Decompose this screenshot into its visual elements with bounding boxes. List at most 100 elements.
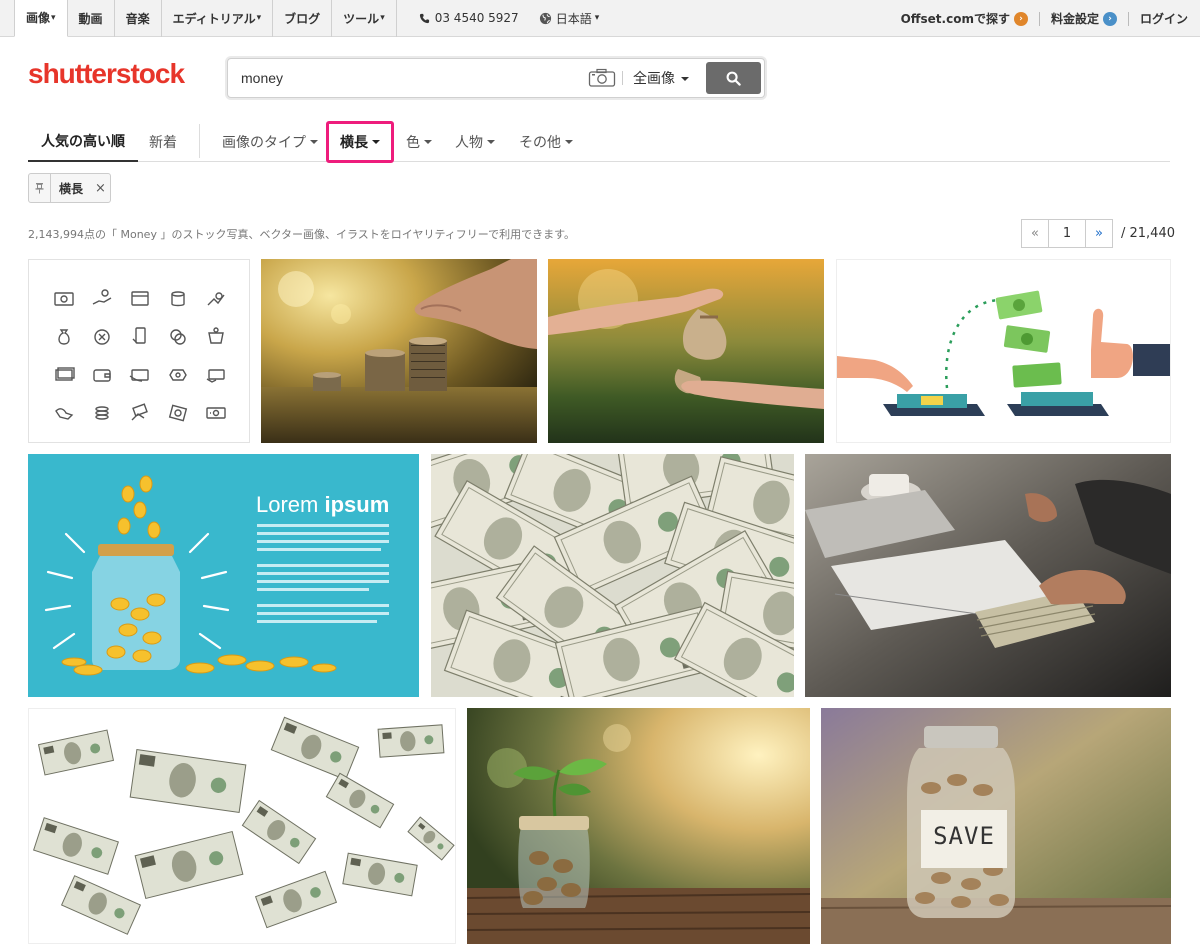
filter-more[interactable]: その他 <box>519 122 573 162</box>
pricing-link-label: 料金設定 <box>1050 12 1099 26</box>
filter-people[interactable]: 人物 <box>455 122 495 162</box>
search-bar: 全画像 <box>227 58 765 98</box>
thumbnail-flying-dollar-bills[interactable] <box>28 708 456 944</box>
money-bag-image <box>548 259 824 443</box>
thumbnail-save-coin-jar[interactable]: SAVE <box>821 708 1171 944</box>
filter-color[interactable]: 色 <box>406 122 432 162</box>
caret-down-icon <box>565 140 573 144</box>
pricing-link[interactable]: 料金設定 › <box>1051 10 1117 27</box>
tab-editorial[interactable]: エディトリアル ▾ <box>162 0 274 37</box>
caret-down-icon <box>487 140 495 144</box>
search-input[interactable] <box>228 60 578 96</box>
businessman-money-image <box>805 454 1171 697</box>
tab-label: 音楽 <box>125 11 150 26</box>
dollar-bill <box>33 817 119 875</box>
thumbnail-coin-jar-lorem-ipsum[interactable]: Lorem ipsum <box>28 454 419 697</box>
flying-bills-image <box>33 716 455 935</box>
top-nav-right: Offset.comで探す › 料金設定 › ログイン <box>901 0 1188 37</box>
thumbnail-dollar-bills-pile[interactable] <box>431 454 794 697</box>
search-button[interactable] <box>706 62 761 94</box>
search-scope-select[interactable]: 全画像 <box>633 68 697 88</box>
dollar-bill <box>60 875 142 935</box>
payment-illustration <box>837 290 1170 416</box>
tab-video[interactable]: 動画 <box>68 0 115 37</box>
caret-down-icon <box>681 77 689 81</box>
sort-popular[interactable]: 人気の高い順 <box>28 122 138 162</box>
dollar-bill <box>377 724 445 758</box>
offset-link-label: Offset.comで探す <box>900 12 1010 26</box>
dollar-bill <box>241 799 317 865</box>
money-icon <box>121 318 159 356</box>
chevron-right-icon: › <box>1102 11 1117 26</box>
thumbnail-money-bag-handover[interactable] <box>548 259 824 443</box>
pin-icon[interactable] <box>29 174 51 202</box>
dollar-bill <box>134 830 244 900</box>
pagination: « 1 » / 21,440 <box>1021 219 1175 248</box>
dollar-bill <box>342 852 418 897</box>
filter-label: 画像のタイプ <box>222 135 306 151</box>
phone-text: 03 4540 5927 <box>434 11 519 25</box>
thumbnail-businessman-counting-money[interactable] <box>805 454 1171 697</box>
money-icon <box>159 394 197 432</box>
tab-label: ツール <box>343 11 380 26</box>
thumbnail-coin-stacks[interactable] <box>261 259 537 443</box>
tab-tools[interactable]: ツール ▾ <box>332 0 397 37</box>
money-icon <box>121 394 159 432</box>
money-icon <box>83 280 121 318</box>
sort-newest[interactable]: 新着 <box>149 122 177 162</box>
divider <box>1038 11 1040 26</box>
close-icon[interactable]: × <box>95 181 106 196</box>
thumbnail-plant-in-coin-jar[interactable] <box>467 708 810 944</box>
chevron-down-icon: ▾ <box>594 13 600 23</box>
dollar-bill <box>270 716 360 781</box>
money-icon <box>83 318 121 356</box>
save-label: SAVE <box>933 822 995 850</box>
next-page-button[interactable]: » <box>1085 219 1113 248</box>
money-icon <box>197 356 235 394</box>
chevron-right-icon: › <box>1013 11 1028 26</box>
caret-down-icon <box>310 140 318 144</box>
shutterstock-logo[interactable]: shutterstock <box>28 58 185 90</box>
money-icon <box>159 280 197 318</box>
dollar-bill <box>254 870 338 929</box>
language-selector[interactable]: 日本語 ▾ <box>539 10 600 27</box>
money-icon <box>121 356 159 394</box>
tab-blog[interactable]: ブログ <box>273 0 333 37</box>
sort-newest-label: 新着 <box>149 135 177 151</box>
top-nav: 画像 ▾ 動画 音楽 エディトリアル ▾ ブログ ツール ▾ 03 4540 5927… <box>0 0 1200 37</box>
divider <box>622 71 623 85</box>
divider <box>1127 11 1129 26</box>
plant-jar-image <box>467 708 810 944</box>
thumbnail-mobile-payment-illustration[interactable] <box>836 259 1171 443</box>
coin-stacks-image <box>261 259 537 443</box>
filter-label: 色 <box>406 135 420 151</box>
thumbnail-money-icon-set[interactable] <box>28 259 250 443</box>
filter-image-type[interactable]: 画像のタイプ <box>222 122 318 162</box>
lorem-ipsum-bold: ipsum <box>324 492 390 517</box>
active-filter-chip: 横長 × <box>28 173 111 203</box>
tab-label: 動画 <box>78 11 103 26</box>
money-icon <box>197 394 235 432</box>
tab-images[interactable]: 画像 ▾ <box>14 0 68 37</box>
camera-icon[interactable] <box>588 68 616 88</box>
lorem-ipsum-heading: Lorem ipsum <box>256 492 389 518</box>
login-link[interactable]: ログイン <box>1140 10 1188 27</box>
search-icon <box>726 71 741 86</box>
offset-link[interactable]: Offset.comで探す › <box>901 10 1028 27</box>
results-count: 2,143,994点の「 Money 」のストック写真、ベクター画像、イラストを… <box>28 228 576 241</box>
filter-orientation[interactable]: 横長 <box>326 121 394 163</box>
money-icon <box>159 356 197 394</box>
money-icon <box>45 356 83 394</box>
money-icon <box>45 394 83 432</box>
chevron-down-icon: ▾ <box>380 13 385 23</box>
prev-page-button[interactable]: « <box>1021 219 1049 248</box>
tab-music[interactable]: 音楽 <box>115 0 162 37</box>
globe-icon <box>539 12 551 24</box>
money-icon <box>83 394 121 432</box>
tab-label: 画像 <box>26 11 51 25</box>
page-number-input[interactable]: 1 <box>1049 219 1085 248</box>
money-icon <box>197 318 235 356</box>
phone-number: 03 4540 5927 <box>419 11 519 25</box>
money-icon <box>121 280 159 318</box>
lorem-ipsum-light: Lorem <box>256 492 319 517</box>
